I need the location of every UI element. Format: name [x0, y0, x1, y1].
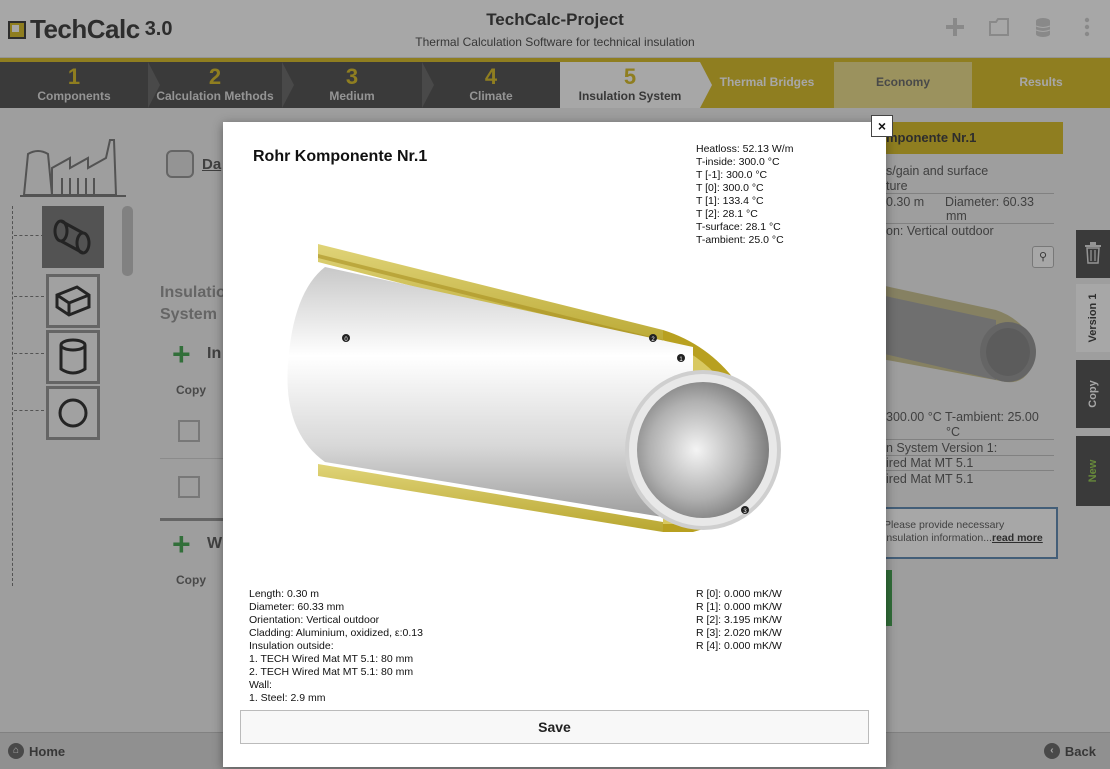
component-detail-modal: Rohr Komponente Nr.1 Heatloss: 52.13 W/m… — [223, 122, 886, 767]
prop-orientation: Orientation: Vertical outdoor — [249, 614, 380, 626]
modal-title: Rohr Komponente Nr.1 — [253, 148, 428, 165]
resistance-list: R [0]: 0.000 mK/W R [1]: 0.000 mK/W R [2… — [696, 588, 782, 653]
prop-insulation-heading: Insulation outside: — [249, 640, 334, 652]
temp-layer: T [0]: 300.0 °C — [696, 182, 764, 194]
prop-diameter: Diameter: 60.33 mm — [249, 601, 345, 613]
resistance-value: R [1]: 0.000 mK/W — [696, 601, 782, 613]
prop-insulation-layer: 2. TECH Wired Mat MT 5.1: 80 mm — [249, 666, 414, 678]
pipe-3d-illustration: 0 1 2 3 — [287, 244, 781, 532]
prop-wall-heading: Wall: — [249, 679, 272, 691]
component-properties: Length: 0.30 m Diameter: 60.33 mm Orient… — [249, 588, 423, 705]
heatloss-value: Heatloss: 52.13 W/m — [696, 143, 794, 155]
temp-layer: T [1]: 133.4 °C — [696, 195, 764, 207]
temp-inside: T-inside: 300.0 °C — [696, 156, 780, 168]
prop-wall-layer: 1. Steel: 2.9 mm — [249, 692, 326, 704]
save-button[interactable]: Save — [240, 710, 869, 744]
prop-length: Length: 0.30 m — [249, 588, 320, 600]
temp-layer: T [-1]: 300.0 °C — [696, 169, 768, 181]
close-icon[interactable]: × — [871, 115, 893, 137]
prop-insulation-layer: 1. TECH Wired Mat MT 5.1: 80 mm — [249, 653, 414, 665]
resistance-value: R [2]: 3.195 mK/W — [696, 614, 782, 626]
prop-cladding: Cladding: Aluminium, oxidized, ε:0.13 — [249, 627, 423, 639]
temp-layer: T [2]: 28.1 °C — [696, 208, 758, 220]
resistance-value: R [3]: 2.020 mK/W — [696, 627, 782, 639]
resistance-value: R [4]: 0.000 mK/W — [696, 640, 782, 652]
resistance-value: R [0]: 0.000 mK/W — [696, 588, 782, 600]
